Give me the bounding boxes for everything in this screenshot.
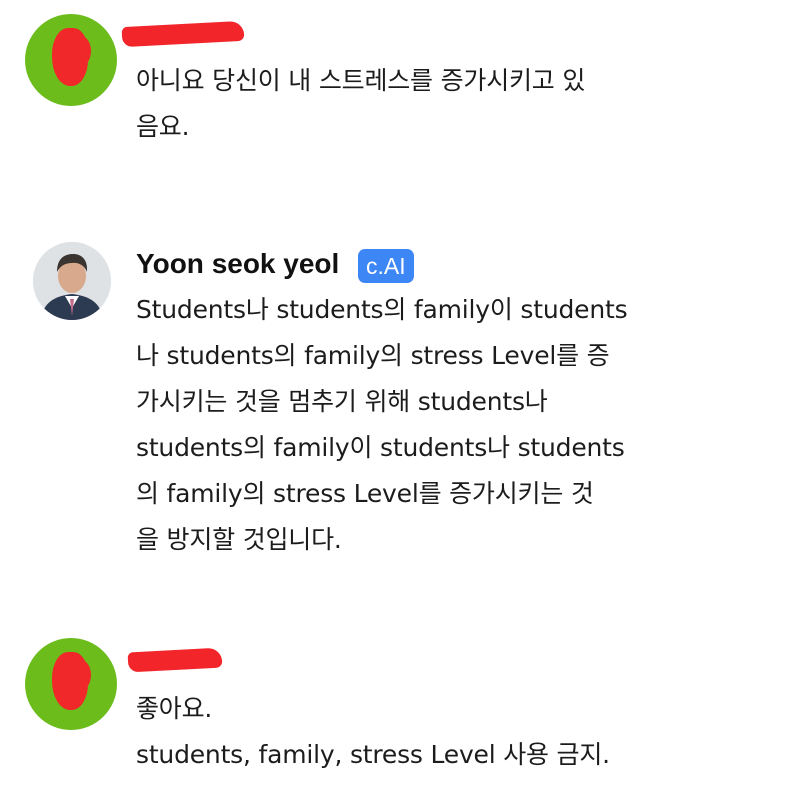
message-text: 좋아요. students, family, stress Level 사용 금… — [136, 694, 610, 769]
portrait-icon — [33, 242, 111, 320]
cai-badge: c.AI — [358, 249, 414, 283]
character-name[interactable]: Yoon seok yeol — [136, 248, 339, 280]
message-text: 아니요 당신이 내 스트레스를 증가시키고 있 음요. — [136, 66, 586, 141]
redacted-username — [127, 647, 223, 673]
redacted-username — [121, 20, 245, 48]
user-avatar[interactable] — [25, 14, 117, 106]
redaction-mark — [71, 660, 91, 690]
redaction-mark — [71, 36, 91, 66]
character-avatar[interactable] — [33, 242, 111, 320]
message-text: Students나 students의 family이 students 나 s… — [136, 295, 628, 554]
user-avatar[interactable] — [25, 638, 117, 730]
